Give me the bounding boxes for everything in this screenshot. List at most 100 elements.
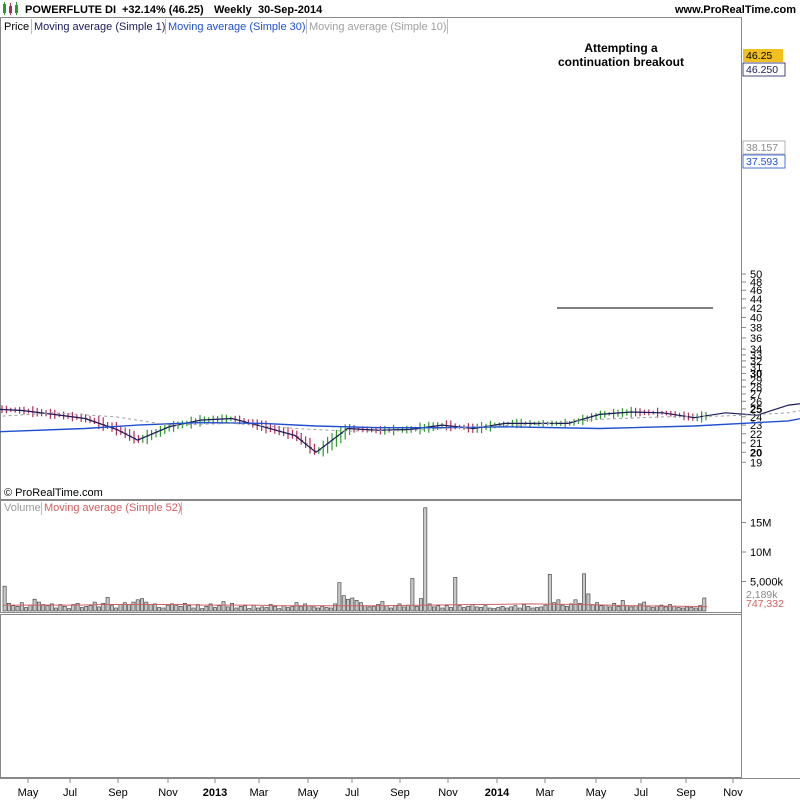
volume-bar [148, 604, 153, 612]
volume-bar [290, 605, 295, 612]
price-badge-text: 46.25 [746, 50, 772, 62]
volume-bar [200, 608, 205, 612]
volume-bar [616, 605, 621, 612]
volume-bar [449, 607, 453, 612]
volume-bar [97, 606, 101, 612]
volume-bar [388, 607, 393, 612]
volume-bar [466, 605, 471, 612]
volume-bar [251, 604, 256, 612]
time-tick-label: Mar [536, 787, 555, 799]
volume-bar [285, 607, 290, 612]
volume-bar [586, 593, 591, 612]
empty-panel [0, 614, 742, 778]
time-tick-label: May [586, 787, 607, 799]
watermark: © ProRealTime.com [4, 487, 103, 499]
volume-bar [67, 608, 71, 612]
header-bar: POWERFLUTE DI +32.14% (46.25) Weekly 30-… [3, 2, 796, 16]
volume-bar [281, 605, 286, 612]
price-legend: Price Moving average (Simple 1) Moving a… [4, 19, 448, 34]
volume-bar [19, 602, 24, 612]
volume-bar [122, 602, 127, 612]
legend-ma10[interactable]: Moving average (Simple 10) [309, 21, 447, 33]
volume-bar [384, 605, 389, 612]
price-tick-label: 34 [750, 344, 762, 356]
volume-bar [414, 605, 419, 612]
volume-bar [496, 607, 501, 612]
volume-bar [612, 602, 617, 612]
volume-bar [88, 605, 93, 612]
volume-bar [243, 605, 247, 612]
volume-bar [492, 608, 496, 612]
time-tick-label: Sep [676, 787, 696, 799]
ma30-badge-text: 37.593 [746, 156, 778, 168]
annotation-line-2: continuation breakout [558, 55, 684, 69]
volume-bar [431, 606, 436, 612]
volume-bar [234, 607, 239, 612]
time-tick-label: 2013 [203, 787, 227, 799]
legend-ma30[interactable]: Moving average (Simple 30) [168, 21, 306, 33]
volume-bar [513, 605, 518, 612]
volume-bar [650, 607, 655, 612]
volume-bar [702, 597, 707, 612]
volume-bar [298, 605, 303, 612]
volume-bar [522, 604, 526, 612]
volume-bar [135, 599, 140, 612]
site-url[interactable]: www.ProRealTime.com [674, 4, 796, 16]
volume-bar [337, 582, 342, 612]
volume-bar [24, 607, 29, 612]
legend-price[interactable]: Price [4, 21, 29, 33]
volume-bar [11, 605, 16, 612]
volume-bar [311, 606, 316, 612]
volume-bar [303, 603, 308, 612]
volume-tick-label: 5,000k [750, 577, 784, 589]
volume-bar [45, 605, 50, 612]
candlestick-icon [3, 2, 18, 15]
volume-bar [663, 606, 668, 612]
volume-bar [62, 605, 67, 612]
volume-bar [483, 605, 488, 612]
volume-bar [341, 595, 346, 612]
time-tick-label: 2014 [485, 787, 510, 799]
time-tick-label: May [18, 787, 39, 799]
volume-bar [213, 607, 217, 612]
volume-bar [440, 607, 445, 612]
volume-bar [204, 605, 209, 612]
volume-panel[interactable] [0, 500, 742, 613]
volume-bar [260, 606, 265, 612]
volume-bar [629, 606, 634, 612]
time-axis: May Jul Sep Nov 2013 Mar May Jul Sep Nov 2014 Mar Ma… [18, 778, 743, 799]
volume-bar [689, 607, 694, 612]
volume-bar [380, 601, 385, 612]
volume-bar [110, 605, 114, 612]
volume-bar [672, 605, 677, 612]
volume-bar [444, 605, 449, 612]
volume-bar [573, 599, 578, 612]
volume-bar [367, 606, 372, 612]
volume-bar [590, 604, 595, 612]
legend-volume[interactable]: Volume [4, 502, 41, 514]
volume-bar [582, 573, 587, 612]
date-label: 30-Sep-2014 [258, 4, 323, 16]
time-tick-label: Jul [63, 787, 77, 799]
volume-bar [500, 605, 505, 612]
volume-bar [15, 605, 20, 612]
legend-vol-ma[interactable]: Moving average (Simple 52) [44, 502, 182, 514]
period-label[interactable]: Weekly [214, 4, 253, 16]
volume-bar [543, 604, 548, 612]
price-axis: 1920212223242526272829303132333436384042… [741, 269, 762, 469]
volume-bar [526, 605, 531, 612]
volume-bar [461, 607, 466, 612]
vol-ma-badge-text: 747,332 [746, 598, 784, 610]
ma10-badge-text: 38.157 [746, 142, 778, 154]
volume-bar [230, 602, 235, 612]
legend-ma1[interactable]: Moving average (Simple 1) [34, 21, 165, 33]
volume-bar [539, 606, 544, 612]
volume-bar [165, 604, 170, 612]
volume-bar [569, 603, 574, 612]
volume-bar [556, 599, 561, 612]
time-tick-label: Nov [723, 787, 743, 799]
volume-bar [603, 604, 608, 612]
time-tick-label: Sep [108, 787, 128, 799]
volume-bar [599, 605, 604, 612]
volume-bar [174, 605, 179, 612]
